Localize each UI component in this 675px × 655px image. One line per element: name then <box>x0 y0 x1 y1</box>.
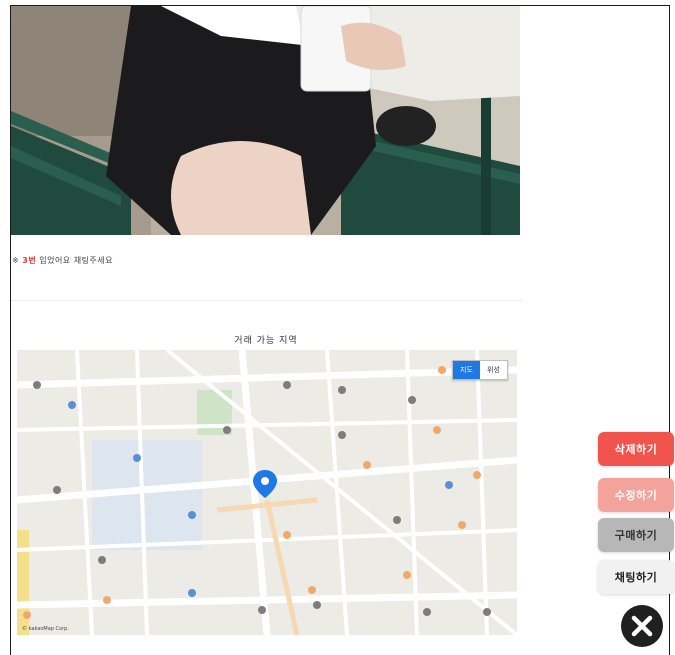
map-type-map[interactable]: 지도 <box>453 361 480 379</box>
frame-border-right <box>669 5 670 655</box>
delete-button[interactable]: 삭제하기 <box>598 432 674 466</box>
close-button[interactable] <box>621 605 663 647</box>
product-notice: ※ 3번 입었어요 채팅주세요 <box>12 255 113 271</box>
map-type-satellite[interactable]: 위성 <box>480 361 507 379</box>
edit-button[interactable]: 수정하기 <box>598 478 674 512</box>
notice-text: 입었어요 채팅주세요 <box>36 256 114 265</box>
trade-area-map[interactable]: 지도 위성 © kakaoMap Corp. <box>17 350 517 635</box>
close-icon <box>631 615 653 637</box>
notice-highlight: 3번 <box>22 256 37 265</box>
chat-button[interactable]: 채팅하기 <box>598 560 674 594</box>
notice-prefix: ※ <box>12 256 23 265</box>
buy-button[interactable]: 구매하기 <box>598 518 674 552</box>
map-credit: © kakaoMap Corp. <box>22 626 69 632</box>
product-photo <box>11 6 520 235</box>
divider <box>11 300 523 301</box>
map-type-toggle[interactable]: 지도 위성 <box>452 360 508 380</box>
map-title: 거래 가능 지역 <box>234 336 298 346</box>
